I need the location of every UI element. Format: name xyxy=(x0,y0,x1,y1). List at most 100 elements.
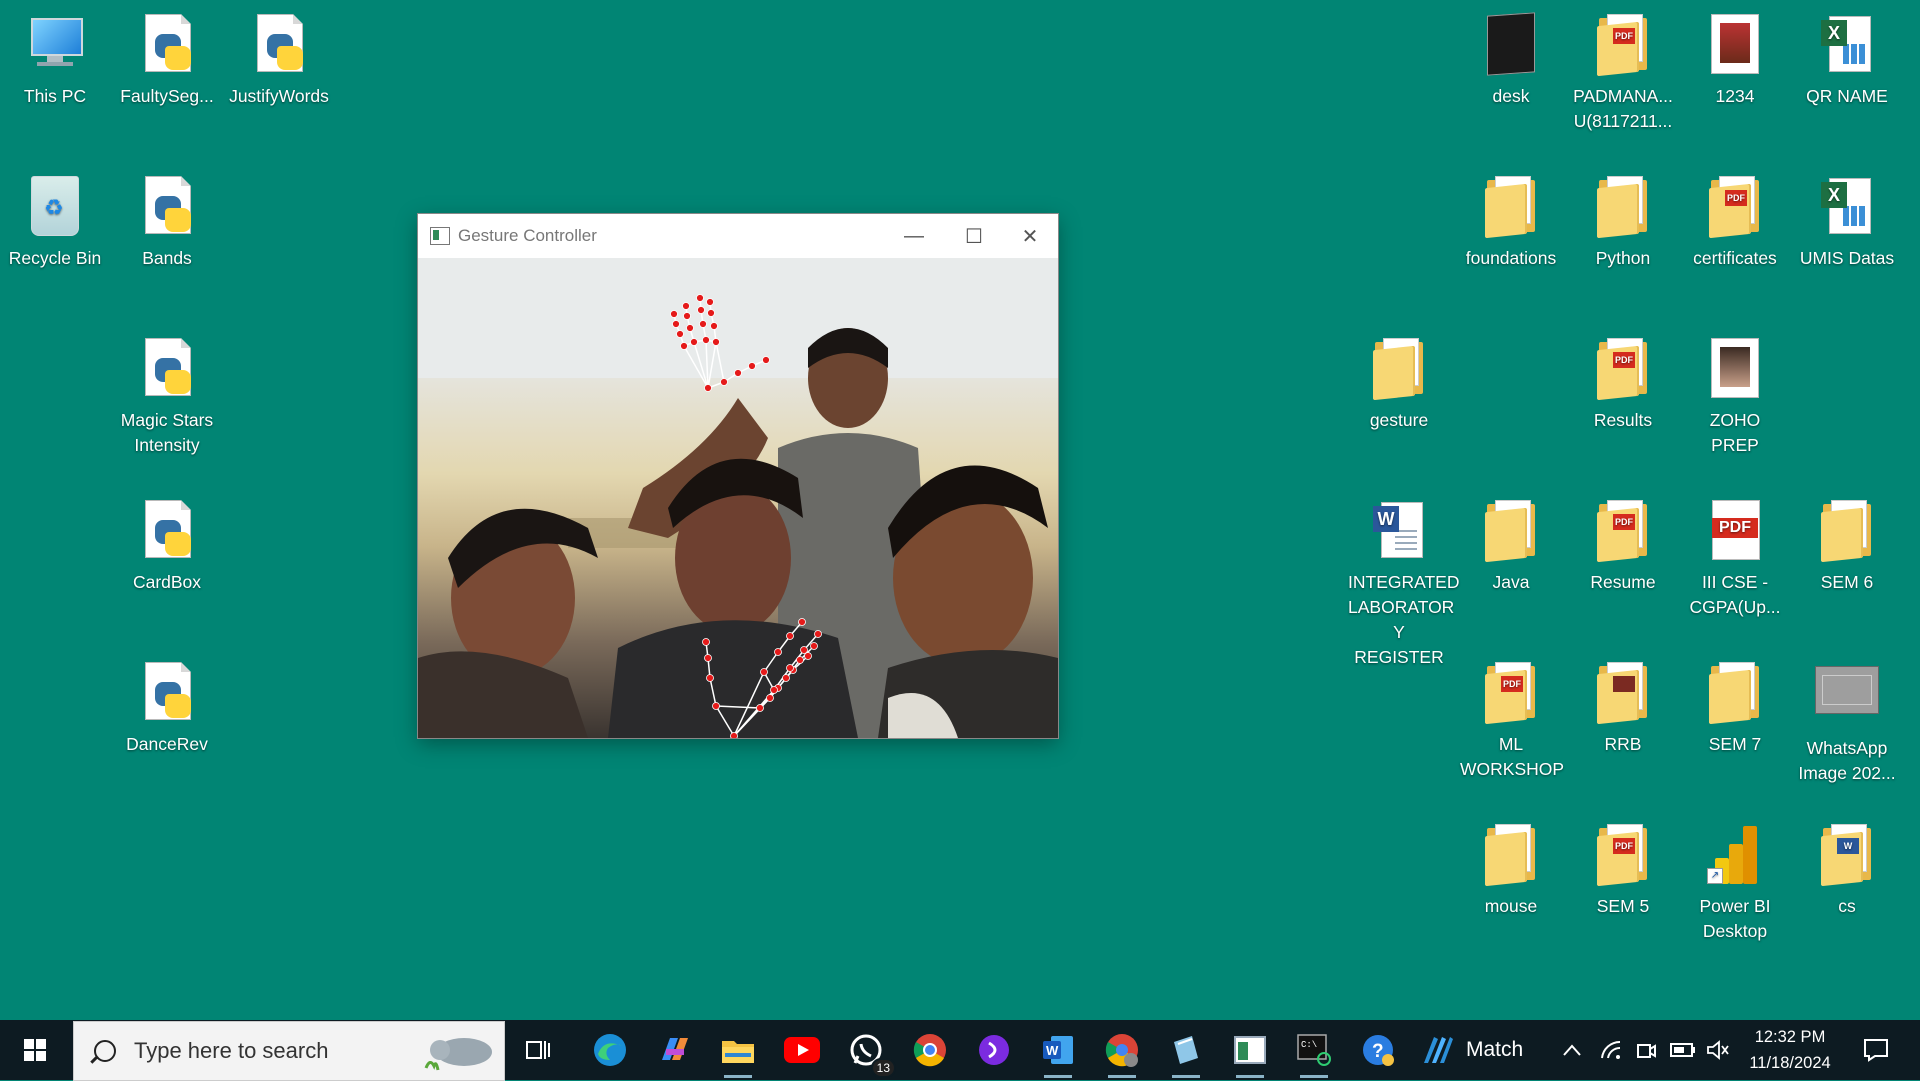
search-icon xyxy=(94,1040,116,1062)
desktop-icon-label: mouse xyxy=(1484,896,1538,916)
desktop-icon-certificates[interactable]: PDF certificates xyxy=(1682,170,1788,271)
volume-muted-icon[interactable] xyxy=(1706,1020,1730,1080)
desktop-icon-label: Results xyxy=(1593,410,1653,430)
desktop-icon-label: gesture xyxy=(1369,410,1429,430)
desktop-icon-label: RRB xyxy=(1604,734,1642,754)
desktop-icon-cardbox[interactable]: CardBox xyxy=(114,494,220,595)
desktop-icon-results[interactable]: PDF Results xyxy=(1570,332,1676,433)
desktop-icon-dancerev[interactable]: DanceRev xyxy=(114,656,220,757)
desktop-icon-power-bi[interactable]: ↗ Power BI Desktop xyxy=(1682,818,1788,944)
word-icon[interactable]: W xyxy=(1036,1028,1080,1078)
desktop-icon-foundations[interactable]: foundations xyxy=(1458,170,1564,271)
folder-icon: PDF xyxy=(1595,338,1651,401)
desktop-icon-magic-stars[interactable]: Magic Stars Intensity xyxy=(114,332,220,458)
desktop-icon-1234[interactable]: 1234 xyxy=(1682,8,1788,109)
desktop-icon-rrb[interactable]: RRB xyxy=(1570,656,1676,757)
window-app-icon[interactable] xyxy=(1228,1028,1272,1078)
gesture-controller-window[interactable]: Gesture Controller — ☐ ✕ xyxy=(418,214,1058,738)
desktop-icon-zoho-prep[interactable]: ZOHO PREP xyxy=(1682,332,1788,458)
desktop-icon-integrated-lab[interactable]: W INTEGRATED LABORATOR Y REGISTER xyxy=(1346,494,1460,670)
landmark-point xyxy=(702,638,710,646)
meet-now-icon[interactable] xyxy=(1636,1020,1656,1080)
folder-icon: PDF xyxy=(1483,662,1539,725)
landmark-point xyxy=(800,646,808,654)
python-file-icon xyxy=(141,500,193,564)
cricket-icon xyxy=(1424,1037,1453,1063)
desktop-icon-padmana[interactable]: PDF PADMANA... U(8117211... xyxy=(1570,8,1676,134)
desktop-icon-label: Resume xyxy=(1590,572,1656,592)
landmark-point xyxy=(682,302,690,310)
desktop-icon-faultyseg[interactable]: FaultySeg... xyxy=(114,8,220,109)
desktop-icon-sem5[interactable]: PDF SEM 5 xyxy=(1570,818,1676,919)
desktop-icon-resume[interactable]: PDF Resume xyxy=(1570,494,1676,595)
desktop-icon-mouse[interactable]: mouse xyxy=(1458,818,1564,919)
desktop-icon-label: Magic Stars Intensity xyxy=(120,410,214,455)
desktop-icon-desk[interactable]: desk xyxy=(1458,8,1564,109)
landmark-point xyxy=(696,294,704,302)
match-widget[interactable]: Match xyxy=(1420,1020,1523,1080)
desktop-icon-gesture[interactable]: gesture xyxy=(1346,332,1452,433)
desktop-icon-this-pc[interactable]: This PC xyxy=(2,8,108,109)
desktop-icon-label: WhatsApp Image 202... xyxy=(1798,738,1896,783)
landmark-point xyxy=(730,732,738,738)
image-file-icon xyxy=(1815,666,1879,714)
minimize-button[interactable]: — xyxy=(884,214,944,258)
landmark-point xyxy=(796,656,804,664)
desktop-icon-cs[interactable]: W cs xyxy=(1794,818,1900,919)
landmark-point xyxy=(760,668,768,676)
arc-browser-icon[interactable] xyxy=(972,1028,1016,1072)
terminal-icon[interactable]: C:\ xyxy=(1292,1028,1336,1078)
desktop-icon-label: SEM 7 xyxy=(1708,734,1762,754)
excel-file-icon: X xyxy=(1821,14,1873,74)
landmark-point xyxy=(680,342,688,350)
desktop-icon-bands[interactable]: Bands xyxy=(114,170,220,271)
chrome-icon[interactable] xyxy=(908,1028,952,1072)
desktop-icon-label: CardBox xyxy=(132,572,202,592)
help-icon[interactable]: ? xyxy=(1356,1028,1400,1072)
desktop-icon-cgpa-pdf[interactable]: PDF III CSE - CGPA(Up... xyxy=(1682,494,1788,620)
maximize-button[interactable]: ☐ xyxy=(944,214,1004,258)
youtube-icon[interactable] xyxy=(780,1028,824,1072)
desktop-icon-label: INTEGRATED LABORATOR Y REGISTER xyxy=(1348,572,1460,667)
battery-icon[interactable] xyxy=(1670,1020,1696,1080)
whatsapp-icon[interactable]: 13 xyxy=(844,1028,896,1078)
notepad-icon[interactable] xyxy=(1164,1028,1208,1078)
task-view-icon[interactable] xyxy=(516,1028,560,1072)
desktop-icon-whatsapp-image[interactable]: WhatsApp Image 202... xyxy=(1794,656,1900,786)
landmark-point xyxy=(704,384,712,392)
action-center-button[interactable] xyxy=(1854,1020,1898,1080)
start-button[interactable] xyxy=(0,1020,70,1080)
desktop-icon-sem7[interactable]: SEM 7 xyxy=(1682,656,1788,757)
window-title: Gesture Controller xyxy=(458,226,597,245)
desktop-icon-label: 1234 xyxy=(1715,86,1755,106)
desktop-icon-justifywords[interactable]: JustifyWords xyxy=(226,8,332,109)
landmark-point xyxy=(762,356,770,364)
folder-icon: W xyxy=(1819,824,1875,887)
clock[interactable]: 12:32 PM 11/18/2024 xyxy=(1728,1020,1852,1080)
folder-icon xyxy=(1707,662,1763,725)
edge-icon[interactable] xyxy=(588,1028,632,1072)
folder-icon xyxy=(1371,338,1427,401)
network-icon[interactable] xyxy=(1600,1020,1622,1080)
svg-text:?: ? xyxy=(1372,1041,1384,1062)
folder-icon: PDF xyxy=(1707,176,1763,239)
match-label: Match xyxy=(1466,1038,1524,1061)
desktop-icon-umis-datas[interactable]: X UMIS Datas xyxy=(1794,170,1900,271)
desktop-icon-python[interactable]: Python xyxy=(1570,170,1676,271)
desktop-icon-recycle-bin[interactable]: ♻ Recycle Bin xyxy=(2,170,108,271)
chrome-profile-icon[interactable] xyxy=(1100,1028,1144,1078)
desktop-icon-ml-workshop[interactable]: PDF ML WORKSHOP xyxy=(1458,656,1564,782)
window-titlebar[interactable]: Gesture Controller — ☐ ✕ xyxy=(418,214,1058,258)
close-button[interactable]: ✕ xyxy=(1000,214,1060,258)
landmark-point xyxy=(690,338,698,346)
desktop-icon-sem6[interactable]: SEM 6 xyxy=(1794,494,1900,595)
desktop-icon-qr-name[interactable]: X QR NAME xyxy=(1794,8,1900,109)
landmark-point xyxy=(676,330,684,338)
desktop-icon-label: certificates xyxy=(1693,248,1777,268)
show-hidden-icons-button[interactable] xyxy=(1562,1020,1582,1080)
search-box[interactable]: Type here to search xyxy=(73,1021,505,1081)
desktop-icon-java[interactable]: Java xyxy=(1458,494,1564,595)
folder-icon: PDF xyxy=(1595,824,1651,887)
copilot-icon[interactable] xyxy=(652,1028,696,1072)
file-explorer-icon[interactable] xyxy=(716,1028,760,1078)
